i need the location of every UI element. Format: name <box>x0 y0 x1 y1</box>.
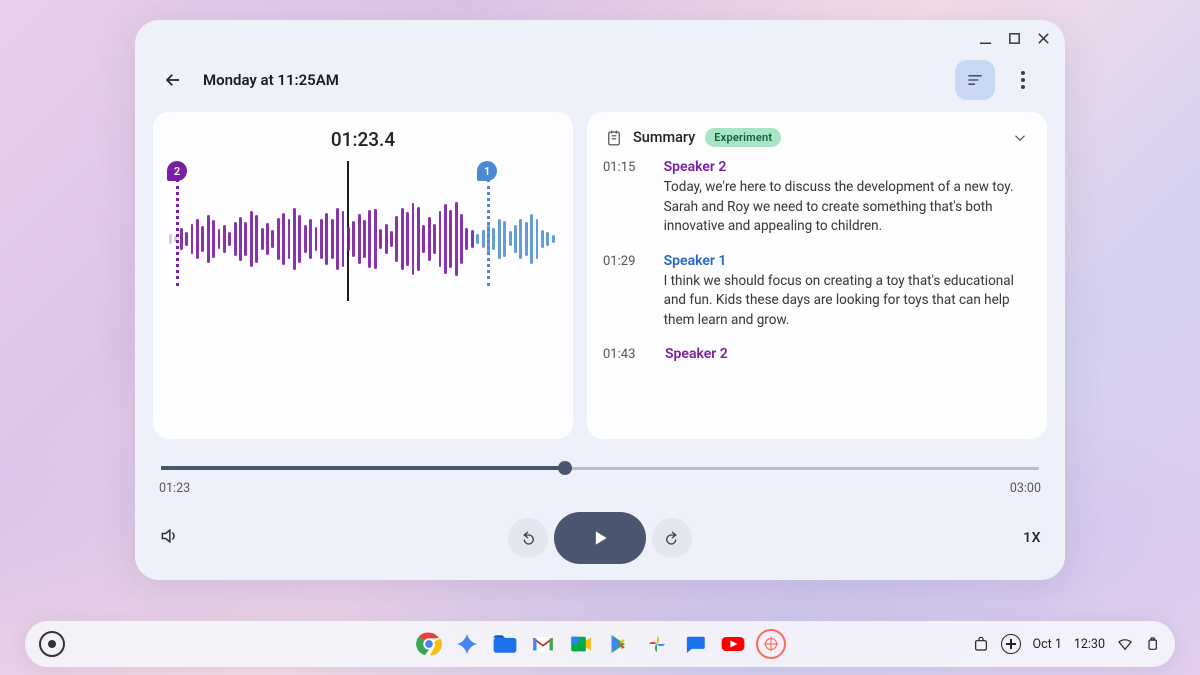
summary-icon <box>605 129 623 147</box>
more-vert-icon <box>1015 71 1031 89</box>
elapsed-time: 01:23 <box>159 481 190 496</box>
minimize-icon <box>978 31 993 46</box>
transcript-text: I think we should focus on creating a to… <box>664 272 1031 331</box>
text-lines-icon <box>965 70 985 90</box>
close-icon <box>1036 31 1051 46</box>
waveform[interactable]: 2 1 <box>169 161 557 301</box>
rewind-icon <box>519 529 537 547</box>
playback-controls: 01:23 03:00 1X <box>135 453 1065 580</box>
volume-button[interactable] <box>159 526 179 550</box>
transcript-timestamp: 01:43 <box>603 346 645 365</box>
transcript-speaker: Speaker 2 <box>665 346 728 362</box>
files-app-icon[interactable] <box>490 629 520 659</box>
gemini-app-icon[interactable] <box>452 629 482 659</box>
messages-icon[interactable] <box>680 629 710 659</box>
transcript-row[interactable]: 01:29 Speaker 1 I think we should focus on… <box>603 253 1031 331</box>
header: Monday at 11:25AM <box>135 60 1065 112</box>
button-row: 1X <box>157 512 1043 564</box>
transcript-row[interactable]: 01:15 Speaker 2 Today, we're here to discu… <box>603 159 1031 237</box>
content-area: 01:23.4 2 1 Summary Experiment 01:15 Spea… <box>135 112 1065 453</box>
forward-button[interactable] <box>652 518 692 558</box>
experiment-badge: Experiment <box>705 128 781 147</box>
chevron-down-icon <box>1011 129 1029 147</box>
youtube-icon[interactable] <box>718 629 748 659</box>
rewind-button[interactable] <box>508 518 548 558</box>
chrome-icon[interactable] <box>414 629 444 659</box>
transcript-list: 01:15 Speaker 2 Today, we're here to discu… <box>603 159 1031 439</box>
maximize-button[interactable] <box>1007 31 1022 50</box>
total-time: 03:00 <box>1010 481 1041 496</box>
battery-icon[interactable] <box>1145 636 1161 652</box>
titlebar <box>135 20 1065 60</box>
progress-fill <box>161 466 565 470</box>
wifi-icon[interactable] <box>1117 636 1133 652</box>
time-row: 01:23 03:00 <box>157 481 1043 496</box>
summary-label: Summary <box>633 129 695 146</box>
back-button[interactable] <box>157 64 189 96</box>
taskbar-date[interactable]: Oct 1 <box>1033 637 1062 652</box>
tote-icon[interactable] <box>973 636 989 652</box>
launcher-button[interactable] <box>39 631 65 657</box>
pinned-apps <box>414 629 786 659</box>
transcript-timestamp: 01:15 <box>603 159 644 237</box>
launcher-icon <box>48 640 56 648</box>
transcript-panel: Summary Experiment 01:15 Speaker 2 Today, … <box>587 112 1047 439</box>
transcript-text: Today, we're here to discuss the develop… <box>664 178 1031 237</box>
transcript-speaker: Speaker 1 <box>664 253 1031 269</box>
recording-title: Monday at 11:25AM <box>203 71 339 89</box>
progress-bar[interactable] <box>161 461 1039 475</box>
play-button[interactable] <box>554 512 646 564</box>
transcript-timestamp: 01:29 <box>603 253 644 331</box>
play-icon <box>590 528 610 548</box>
taskbar: Oct 1 12:30 <box>25 621 1175 667</box>
summary-header[interactable]: Summary Experiment <box>603 124 1031 159</box>
crosshair-app-icon[interactable] <box>756 629 786 659</box>
transcript-speaker: Speaker 2 <box>664 159 1031 175</box>
play-store-icon[interactable] <box>604 629 634 659</box>
maximize-icon <box>1007 31 1022 46</box>
volume-icon <box>159 526 179 546</box>
minimize-button[interactable] <box>978 31 993 50</box>
waveform-panel: 01:23.4 2 1 <box>153 112 573 439</box>
more-options-button[interactable] <box>1003 60 1043 100</box>
playback-speed-button[interactable]: 1X <box>1023 530 1041 546</box>
app-window: Monday at 11:25AM 01:23.4 2 1 <box>135 20 1065 580</box>
add-button[interactable] <box>1001 634 1021 654</box>
timecode: 01:23.4 <box>169 128 557 151</box>
arrow-left-icon <box>164 71 182 89</box>
taskbar-time[interactable]: 12:30 <box>1074 637 1105 652</box>
photos-icon[interactable] <box>642 629 672 659</box>
header-actions <box>955 60 1043 100</box>
gmail-icon[interactable] <box>528 629 558 659</box>
transcript-view-button[interactable] <box>955 60 995 100</box>
transcript-row[interactable]: 01:43 Speaker 2 <box>603 346 1031 365</box>
meet-icon[interactable] <box>566 629 596 659</box>
forward-icon <box>663 529 681 547</box>
progress-knob[interactable] <box>558 461 572 475</box>
close-button[interactable] <box>1036 31 1051 50</box>
